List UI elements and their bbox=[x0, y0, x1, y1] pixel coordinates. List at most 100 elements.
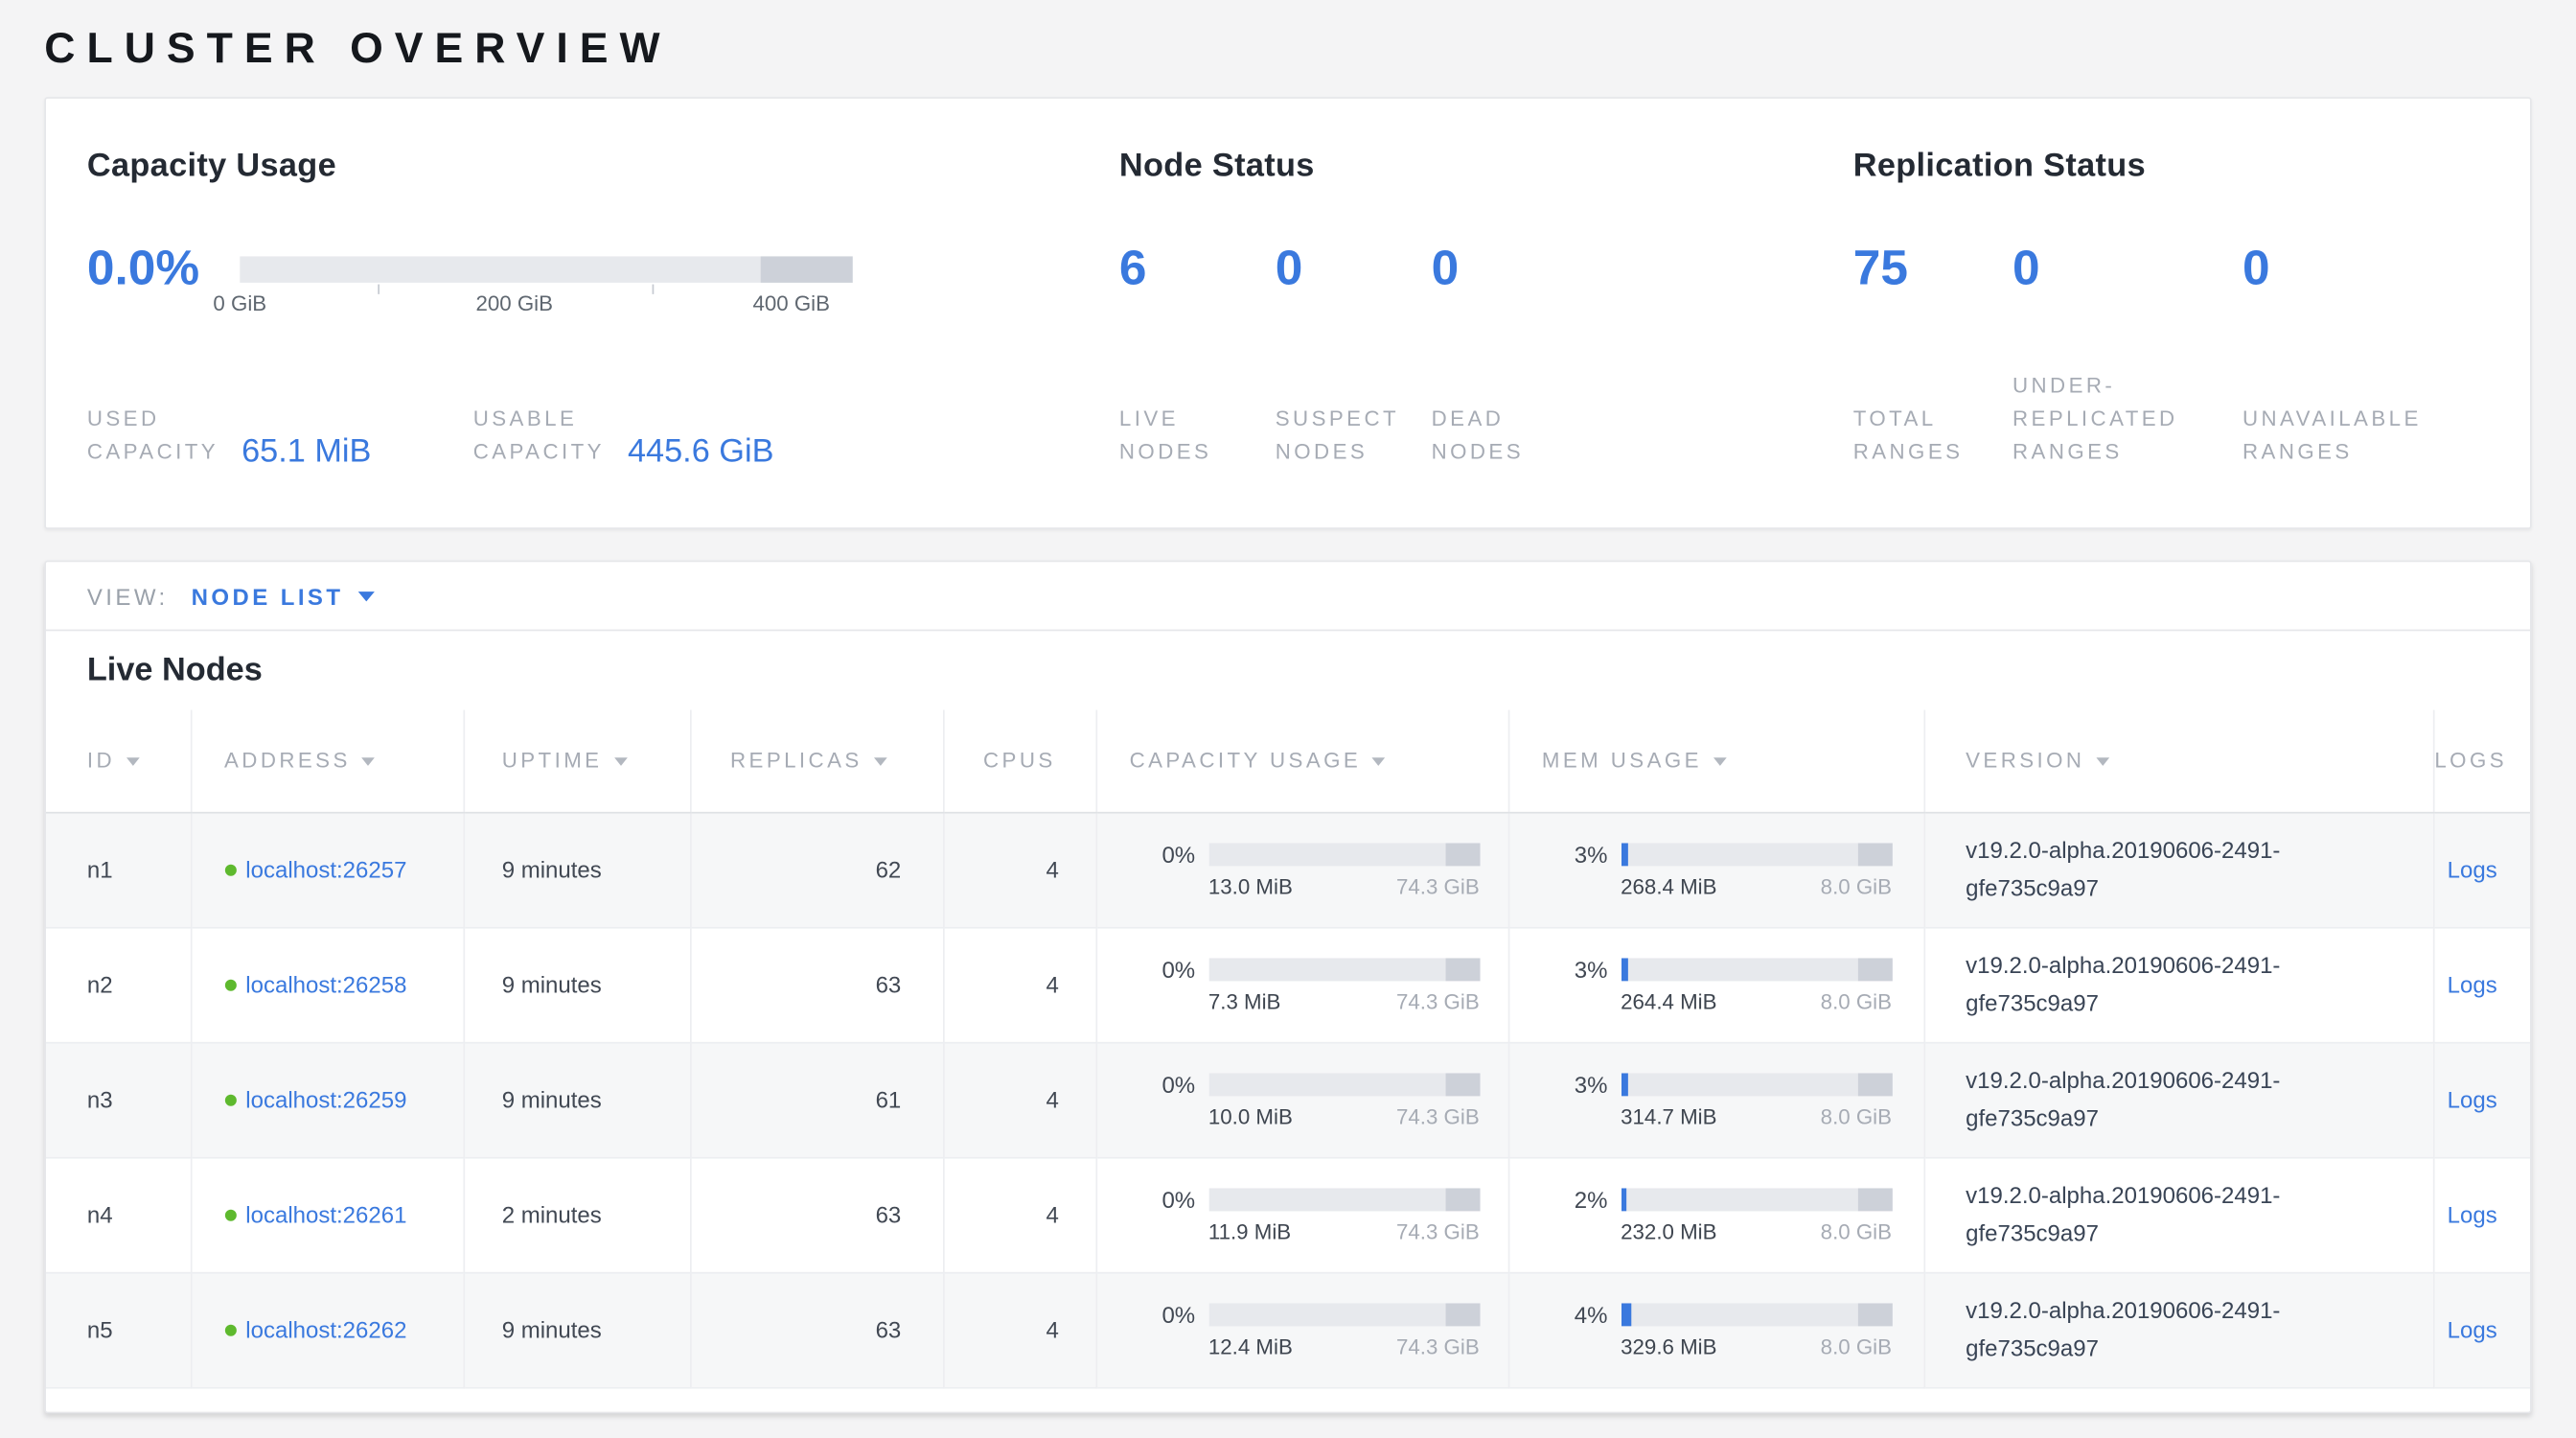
cluster-summary-card: Capacity Usage 0.0% 0 GiB 200 GiB 400 Gi… bbox=[44, 97, 2531, 529]
replication-status-heading: Replication Status bbox=[1853, 148, 2489, 185]
suspect-nodes-count: 0 bbox=[1276, 235, 1432, 304]
node-live-status-icon bbox=[224, 1094, 236, 1105]
node-id: n2 bbox=[46, 927, 191, 1042]
logs-link[interactable]: Logs bbox=[2448, 971, 2497, 997]
mem-bar-end-segment bbox=[1857, 1303, 1892, 1326]
live-nodes-table: ID ADDRESS UPTIME REPLICAS CPUS CAPACITY… bbox=[46, 710, 2532, 1388]
column-header-address[interactable]: ADDRESS bbox=[191, 710, 464, 812]
column-header-version[interactable]: VERSION bbox=[1923, 710, 2432, 812]
node-uptime: 9 minutes bbox=[463, 927, 690, 1042]
mem-usage-meter: 3% bbox=[1542, 1071, 1923, 1097]
mem-total-value: 8.0 GiB bbox=[1821, 1218, 1892, 1243]
logs-link[interactable]: Logs bbox=[2448, 856, 2497, 882]
view-mode-dropdown[interactable]: NODE LIST bbox=[192, 583, 375, 609]
capacity-used-value: 11.9 MiB bbox=[1208, 1218, 1291, 1243]
column-header-mem-usage[interactable]: MEM USAGE bbox=[1508, 710, 1924, 812]
node-uptime: 9 minutes bbox=[463, 812, 690, 927]
column-header-capacity-usage[interactable]: CAPACITY USAGE bbox=[1095, 710, 1507, 812]
node-address-link[interactable]: localhost:26258 bbox=[245, 970, 406, 996]
node-replicas: 63 bbox=[690, 927, 943, 1042]
node-replicas: 63 bbox=[690, 1157, 943, 1272]
node-cpus: 4 bbox=[943, 1272, 1095, 1387]
node-live-status-icon bbox=[224, 1209, 236, 1220]
capacity-usage-meter: 0% bbox=[1130, 1071, 1507, 1097]
node-cpus: 4 bbox=[943, 812, 1095, 927]
capacity-total-value: 74.3 GiB bbox=[1396, 988, 1480, 1013]
logs-link[interactable]: Logs bbox=[2448, 1201, 2497, 1227]
column-header-replicas[interactable]: REPLICAS bbox=[690, 710, 943, 812]
dead-nodes-label: DEAD NODES bbox=[1432, 370, 1588, 469]
node-address-link[interactable]: localhost:26261 bbox=[245, 1200, 406, 1226]
capacity-used-value: 10.0 MiB bbox=[1208, 1103, 1293, 1128]
column-header-cpus: CPUS bbox=[943, 710, 1095, 812]
node-version: v19.2.0-alpha.20190606-2491-gfe735c9a97 bbox=[1966, 1291, 2363, 1367]
mem-total-value: 8.0 GiB bbox=[1821, 873, 1892, 898]
node-address: localhost:26261 bbox=[224, 1195, 410, 1233]
table-row: n5 localhost:26262 9 minutes 63 4 0% 12.… bbox=[46, 1272, 2532, 1387]
mem-total-value: 8.0 GiB bbox=[1821, 1334, 1892, 1358]
capacity-bar-track bbox=[240, 256, 852, 282]
mem-bar bbox=[1621, 1073, 1892, 1096]
capacity-total-value: 74.3 GiB bbox=[1396, 873, 1480, 898]
node-version: v19.2.0-alpha.20190606-2491-gfe735c9a97 bbox=[1966, 1176, 2363, 1252]
node-uptime: 9 minutes bbox=[463, 1042, 690, 1157]
cluster-overview-page: CLUSTER OVERVIEW Capacity Usage 0.0% 0 G… bbox=[0, 0, 2576, 1413]
table-row: n3 localhost:26259 9 minutes 61 4 0% 10.… bbox=[46, 1042, 2532, 1157]
node-status-section: Node Status 6 0 0 LIVE NODES SUSPECT NOD… bbox=[1119, 148, 1853, 527]
node-live-status-icon bbox=[224, 1324, 236, 1335]
capacity-bar-end-segment bbox=[1445, 843, 1480, 866]
mem-bar-end-segment bbox=[1857, 1188, 1892, 1211]
column-header-id[interactable]: ID bbox=[46, 710, 191, 812]
replication-status-labels: TOTAL RANGES UNDER- REPLICATED RANGES UN… bbox=[1853, 370, 2489, 469]
capacity-usage-heading: Capacity Usage bbox=[87, 148, 1119, 185]
live-nodes-count: 6 bbox=[1119, 235, 1276, 304]
mem-bar-end-segment bbox=[1857, 1073, 1892, 1096]
sort-arrow-icon bbox=[362, 758, 376, 767]
column-header-uptime[interactable]: UPTIME bbox=[463, 710, 690, 812]
capacity-bar-end-segment bbox=[1445, 1303, 1480, 1326]
node-address-link[interactable]: localhost:26259 bbox=[245, 1085, 406, 1111]
under-replicated-ranges-label: UNDER- REPLICATED RANGES bbox=[2012, 370, 2242, 469]
axis-tick-label: 0 GiB bbox=[213, 290, 266, 315]
node-version: v19.2.0-alpha.20190606-2491-gfe735c9a97 bbox=[1966, 1061, 2363, 1137]
capacity-total-value: 74.3 GiB bbox=[1396, 1334, 1480, 1358]
node-id: n5 bbox=[46, 1272, 191, 1387]
sort-arrow-icon bbox=[1714, 758, 1727, 767]
mem-total-value: 8.0 GiB bbox=[1821, 1103, 1892, 1128]
node-list-card: VIEW: NODE LIST Live Nodes ID ADDRESS bbox=[44, 561, 2531, 1414]
node-address: localhost:26259 bbox=[224, 1080, 410, 1118]
capacity-usage-meter: 0% bbox=[1130, 1186, 1507, 1212]
node-address: localhost:26258 bbox=[224, 965, 410, 1003]
page-title: CLUSTER OVERVIEW bbox=[44, 0, 2531, 74]
node-uptime: 2 minutes bbox=[463, 1157, 690, 1272]
node-address-link[interactable]: localhost:26262 bbox=[245, 1315, 406, 1341]
node-replicas: 61 bbox=[690, 1042, 943, 1157]
used-capacity-stat: USED CAPACITY 65.1 MiB bbox=[87, 403, 473, 469]
view-selector-bar: VIEW: NODE LIST bbox=[46, 562, 2530, 631]
under-replicated-ranges-count: 0 bbox=[2012, 235, 2242, 304]
node-uptime: 9 minutes bbox=[463, 1272, 690, 1387]
table-header-row: ID ADDRESS UPTIME REPLICAS CPUS CAPACITY… bbox=[46, 710, 2532, 812]
replication-status-section: Replication Status 75 0 0 TOTAL RANGES U… bbox=[1853, 148, 2489, 527]
node-address-link[interactable]: localhost:26257 bbox=[245, 855, 406, 881]
axis-minor-tick bbox=[378, 285, 380, 294]
capacity-bar-end-segment bbox=[1445, 1188, 1480, 1211]
mem-used-value: 329.6 MiB bbox=[1621, 1334, 1716, 1358]
node-cpus: 4 bbox=[943, 927, 1095, 1042]
node-replicas: 63 bbox=[690, 1272, 943, 1387]
capacity-used-percent: 0.0% bbox=[87, 242, 240, 297]
logs-link[interactable]: Logs bbox=[2448, 1086, 2497, 1112]
capacity-bar bbox=[1208, 1073, 1480, 1096]
suspect-nodes-label: SUSPECT NODES bbox=[1276, 370, 1432, 469]
mem-bar bbox=[1621, 958, 1892, 981]
node-address: localhost:26262 bbox=[224, 1310, 410, 1348]
node-status-heading: Node Status bbox=[1119, 148, 1853, 185]
node-version: v19.2.0-alpha.20190606-2491-gfe735c9a97 bbox=[1966, 946, 2363, 1022]
node-replicas: 62 bbox=[690, 812, 943, 927]
mem-used-value: 268.4 MiB bbox=[1621, 873, 1716, 898]
node-status-labels: LIVE NODES SUSPECT NODES DEAD NODES bbox=[1119, 370, 1853, 469]
logs-link[interactable]: Logs bbox=[2448, 1316, 2497, 1342]
mem-used-value: 314.7 MiB bbox=[1621, 1103, 1716, 1128]
column-header-logs: LOGS bbox=[2433, 710, 2532, 812]
capacity-bar bbox=[1208, 843, 1480, 866]
